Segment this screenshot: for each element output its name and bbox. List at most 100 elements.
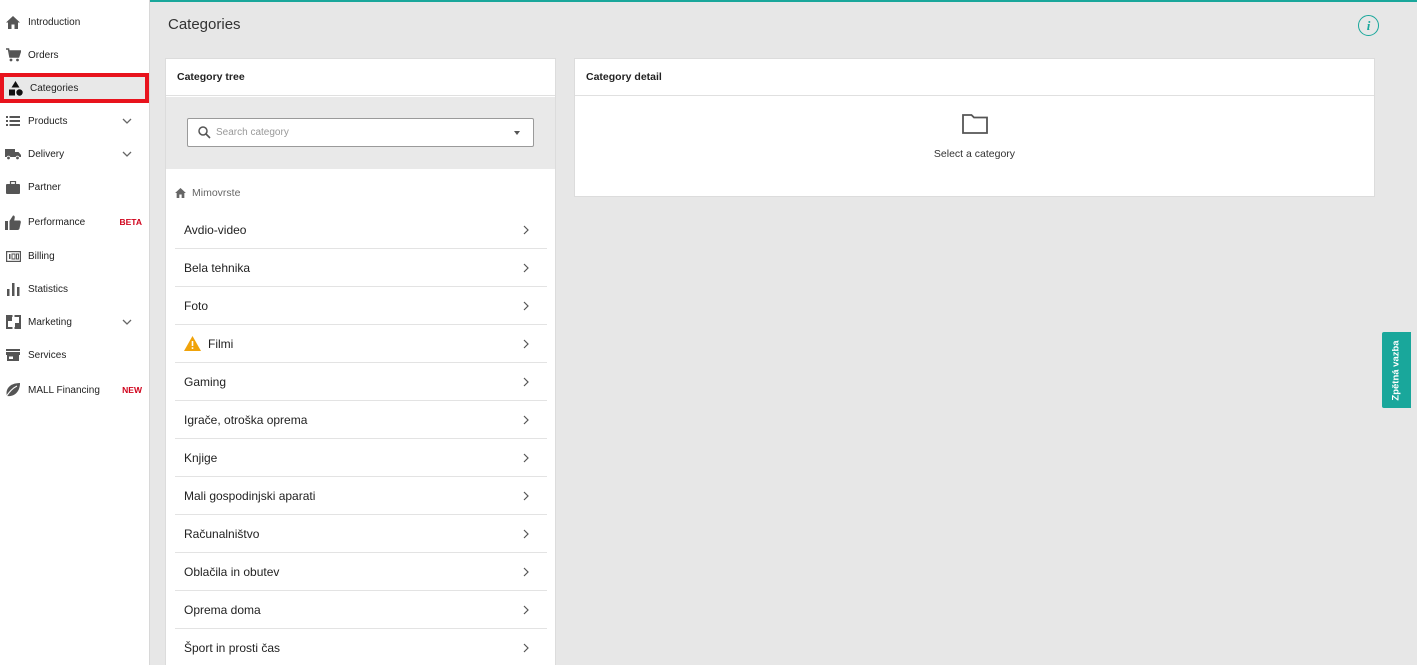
leaf-icon	[5, 382, 21, 398]
sidebar-item-label: Partner	[28, 181, 61, 193]
category-name: Knjige	[184, 450, 218, 465]
sidebar-item-label: Orders	[28, 49, 59, 61]
category-row[interactable]: Oblačila in obutev	[175, 553, 547, 591]
chevron-right-icon	[523, 377, 533, 387]
sidebar-item-partner[interactable]: Partner	[0, 174, 149, 200]
sidebar-item-delivery[interactable]: Delivery	[0, 141, 149, 167]
chevron-right-icon	[523, 263, 533, 273]
category-detail-title: Category detail	[575, 59, 1374, 96]
beta-badge: BETA	[119, 217, 142, 227]
billing-icon	[5, 248, 21, 264]
chevron-right-icon	[523, 491, 533, 501]
category-row[interactable]: Knjige	[175, 439, 547, 477]
truck-icon	[5, 146, 21, 162]
breadcrumb[interactable]: Mimovrste	[175, 187, 240, 199]
chevron-right-icon	[523, 339, 533, 349]
category-name: Foto	[184, 298, 209, 313]
category-name: Avdio-video	[184, 222, 247, 237]
category-row[interactable]: Mali gospodinjski aparati	[175, 477, 547, 515]
warning-icon	[184, 336, 201, 351]
thumbs-up-icon	[5, 214, 21, 230]
sidebar-item-label: Categories	[30, 82, 79, 94]
search-icon	[198, 126, 212, 140]
category-row[interactable]: Foto	[175, 287, 547, 325]
sidebar-item-label: Products	[28, 115, 68, 127]
sidebar-item-performance[interactable]: Performance BETA	[0, 209, 149, 235]
chevron-down-icon[interactable]	[121, 148, 133, 160]
chevron-right-icon	[523, 301, 533, 311]
sidebar-item-label: Statistics	[28, 283, 69, 295]
category-row[interactable]: Računalništvo	[175, 515, 547, 553]
category-row[interactable]: Oprema doma	[175, 591, 547, 629]
sidebar-item-categories[interactable]: Categories	[0, 73, 149, 103]
category-name: Igrače, otroška oprema	[184, 412, 308, 427]
category-name: Mali gospodinjski aparati	[184, 488, 316, 503]
sidebar-item-label: Marketing	[28, 316, 72, 328]
chevron-right-icon	[523, 453, 533, 463]
sidebar-item-mall-financing[interactable]: MALL Financing NEW	[0, 377, 149, 403]
chevron-right-icon	[523, 415, 533, 425]
shapes-icon	[7, 80, 23, 96]
top-accent-line	[150, 0, 1417, 2]
folder-icon	[961, 113, 988, 135]
chevron-right-icon	[523, 225, 533, 235]
feedback-label: Zpětná vazba	[1391, 339, 1402, 401]
sidebar-item-label: Delivery	[28, 148, 65, 160]
empty-state-text: Select a category	[933, 148, 1016, 160]
category-name: Filmi	[208, 336, 234, 351]
category-name: Računalništvo	[184, 526, 260, 541]
page-title: Categories	[168, 16, 241, 33]
home-icon	[5, 14, 21, 30]
marketing-icon	[5, 314, 21, 330]
chevron-right-icon	[523, 529, 533, 539]
sidebar: Introduction Orders Categories Products …	[0, 0, 150, 665]
sidebar-item-label: Introduction	[28, 16, 81, 28]
category-row[interactable]: Filmi	[175, 325, 547, 363]
category-row[interactable]: Gaming	[175, 363, 547, 401]
sidebar-item-introduction[interactable]: Introduction	[0, 9, 149, 35]
briefcase-icon	[5, 179, 21, 195]
category-tree-panel: Category tree Mimovrste Avdio-video Bela…	[165, 58, 556, 665]
category-name: Oblačila in obutev	[184, 564, 280, 579]
category-name: Gaming	[184, 374, 227, 389]
chevron-down-icon[interactable]	[121, 316, 133, 328]
category-row[interactable]: Avdio-video	[175, 211, 547, 249]
chevron-right-icon	[523, 567, 533, 577]
info-icon[interactable]: i	[1358, 15, 1379, 36]
sidebar-item-label: Services	[28, 349, 67, 361]
sidebar-item-billing[interactable]: Billing	[0, 243, 149, 269]
category-row[interactable]: Šport in prosti čas	[175, 629, 547, 665]
search-category-input[interactable]	[216, 127, 514, 138]
category-name: Bela tehnika	[184, 260, 251, 275]
sidebar-item-label: Billing	[28, 250, 55, 262]
store-icon	[5, 347, 21, 363]
search-area	[166, 97, 555, 169]
new-badge: NEW	[122, 385, 142, 395]
search-category-select[interactable]	[187, 118, 534, 147]
sidebar-item-label: Performance	[28, 216, 86, 228]
category-row[interactable]: Igrače, otroška oprema	[175, 401, 547, 439]
category-detail-panel: Category detail Select a category	[574, 58, 1375, 197]
chevron-down-icon[interactable]	[121, 115, 133, 127]
cart-icon	[5, 47, 21, 63]
breadcrumb-root[interactable]: Mimovrste	[192, 187, 240, 199]
category-row[interactable]: Bela tehnika	[175, 249, 547, 287]
chevron-right-icon	[523, 643, 533, 653]
empty-state: Select a category	[575, 97, 1374, 197]
sidebar-item-statistics[interactable]: Statistics	[0, 276, 149, 302]
sidebar-item-services[interactable]: Services	[0, 342, 149, 368]
chevron-right-icon	[523, 605, 533, 615]
bar-chart-icon	[5, 281, 21, 297]
sidebar-item-orders[interactable]: Orders	[0, 42, 149, 68]
list-icon	[5, 113, 21, 129]
dropdown-caret-icon[interactable]	[514, 130, 520, 135]
feedback-tab[interactable]: Zpětná vazba	[1382, 332, 1411, 408]
sidebar-item-label: MALL Financing	[28, 384, 100, 396]
home-icon	[175, 187, 186, 199]
category-list: Avdio-video Bela tehnika Foto Filmi Gami…	[175, 211, 547, 665]
category-tree-title: Category tree	[166, 59, 555, 96]
category-name: Oprema doma	[184, 602, 261, 617]
sidebar-item-marketing[interactable]: Marketing	[0, 309, 149, 335]
sidebar-item-products[interactable]: Products	[0, 108, 149, 134]
category-name: Šport in prosti čas	[184, 640, 281, 655]
